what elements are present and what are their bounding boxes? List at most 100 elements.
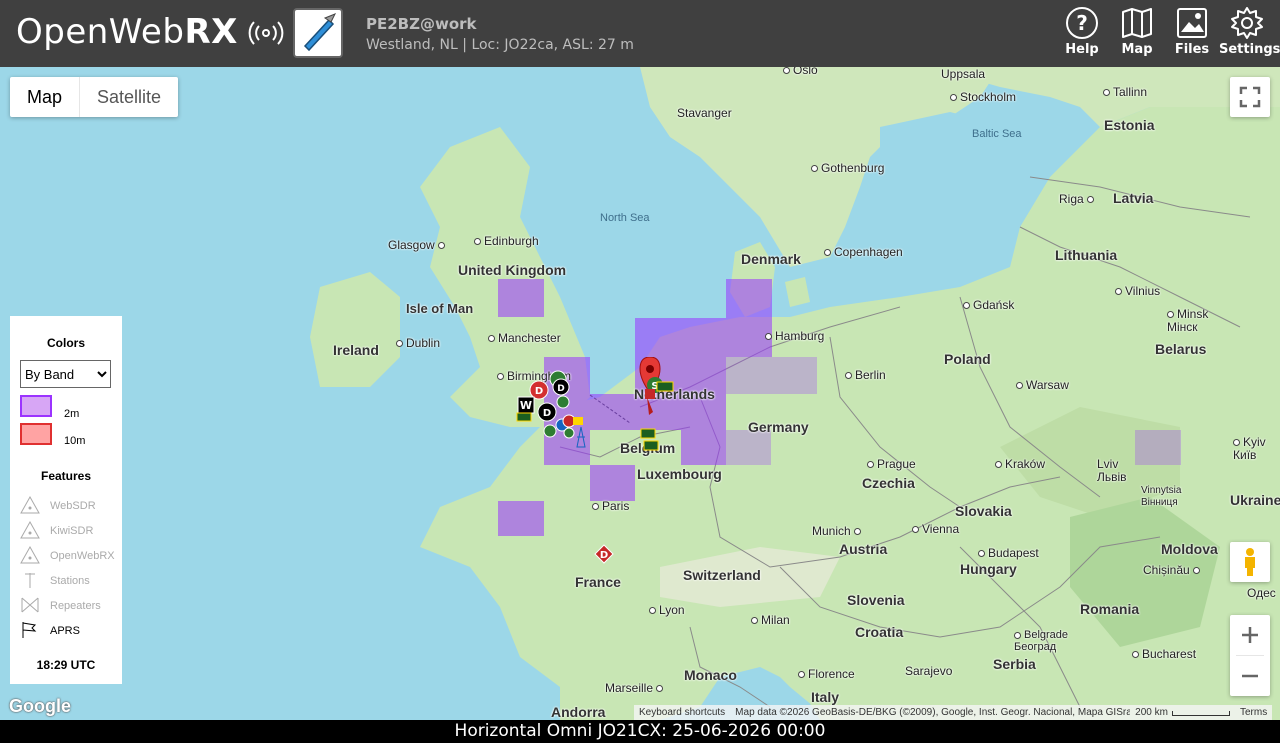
files-icon [1177,8,1207,38]
map-label-country: United Kingdom [458,262,567,278]
map-label-sea: North Sea [600,212,650,224]
scale-bar[interactable]: 200 km [1130,705,1235,720]
feature-toggle-aprs[interactable]: APRS [20,621,120,641]
map-label-country: Switzerland [683,567,761,583]
map-label-city: Prague [867,457,916,471]
locator-square[interactable] [635,318,772,357]
map-data-text[interactable]: Map data ©2026 GeoBasis-DE/BKG (©2009), … [730,705,1130,720]
map-label-country: Monaco [684,667,737,683]
map-label-city: Vinnytsia Вінниця [1141,485,1182,508]
receiver-avatar[interactable] [293,8,343,58]
legend-colors-title: Colors [46,336,85,350]
map-label-city: Glasgow [388,238,448,252]
svg-text:D: D [557,384,564,394]
feature-toggle-stations[interactable]: Stations [20,571,120,591]
map-label-city: Minsk Мінск [1167,307,1209,334]
map-label-city: Riga [1059,192,1097,206]
map-label-city: Warsaw [1016,378,1069,392]
logo-text: OpenWeb [16,12,185,52]
files-label: Files [1174,42,1210,57]
map-label-country: Slovenia [847,592,905,608]
terms-link[interactable]: Terms [1235,705,1272,720]
map-label-country: Lithuania [1055,247,1118,263]
map-label-city: Vilnius [1115,284,1160,298]
svg-text:D: D [543,408,551,419]
scale-bar-line [1171,710,1230,716]
locator-square[interactable] [726,430,771,465]
settings-icon [1231,7,1263,39]
map-label-city: Одес [1247,586,1276,600]
map-attribution: Keyboard shortcuts Map data ©2026 GeoBas… [634,705,1273,720]
aprs-station-markers[interactable]: S D D W D [505,357,695,457]
help-label: Help [1065,42,1099,57]
header-bar: OpenWebRX PE2BZ@work Westland, NL | Loc:… [0,0,1280,67]
map-label-city: Tallinn [1103,85,1147,99]
map-label-city: Kraków [995,457,1045,471]
map-canvas[interactable]: United Kingdom Ireland Isle of Man Nethe… [0,67,1280,720]
band-swatch-10m [20,423,52,445]
map-label-city: Berlin [845,368,886,382]
map-label-country: Germany [748,419,809,435]
map-label-country: Romania [1080,601,1140,617]
feature-toggle-openwebrx[interactable]: OpenWebRX [20,546,120,566]
feature-toggle-kiwisdr[interactable]: KiwiSDR [20,521,120,541]
settings-label: Settings [1219,42,1280,57]
map-label-city: Copenhagen [824,245,903,259]
map-label-country: Denmark [741,251,801,267]
color-mode-select[interactable]: By Band [20,360,111,388]
legend-features-title: Features [40,469,92,483]
map-label-sea: Baltic Sea [972,128,1022,140]
locator-square[interactable] [498,501,544,536]
files-button[interactable]: Files [1164,6,1220,64]
feature-toggle-repeaters[interactable]: Repeaters [20,596,120,616]
openwebrx-logo[interactable]: OpenWebRX [16,12,284,52]
map-type-control: Map Satellite [10,77,179,117]
receiver-description: Westland, NL | Loc: JO22ca, ASL: 27 m [366,37,634,53]
zoom-in-button[interactable] [1230,615,1270,655]
locator-square[interactable] [1135,430,1181,465]
map-label-city: Kyiv Київ [1233,435,1266,462]
map-label-city: Uppsala [941,67,986,81]
map-label-city: Gothenburg [811,161,884,175]
locator-square[interactable] [590,465,635,501]
map-button[interactable]: Map [1109,6,1165,64]
svg-text:?: ? [1076,11,1088,35]
fullscreen-button[interactable] [1230,77,1270,117]
map-label-country: Belarus [1155,341,1207,357]
map-type-map[interactable]: Map [10,77,81,117]
map-label-city: Florence [798,667,855,681]
google-logo[interactable]: Google [9,696,71,717]
keyboard-shortcuts-link[interactable]: Keyboard shortcuts [634,705,730,720]
zoom-out-button[interactable] [1230,656,1270,696]
websdr-icon [20,496,40,514]
fullscreen-icon [1239,86,1261,108]
locator-square[interactable] [726,357,817,394]
locator-square[interactable] [498,279,544,317]
feature-toggle-websdr[interactable]: WebSDR [20,496,120,516]
band-label: 10m [64,435,86,447]
map-label-city: Belgrade Београд [1014,629,1069,653]
status-footer: Horizontal Omni JO21CX: 25-06-2026 00:00 [0,720,1280,743]
band-label: 2m [64,408,80,420]
band-swatch-2m [20,395,52,417]
radio-waves-icon [248,21,284,45]
pegman-icon [1245,548,1255,576]
settings-button[interactable]: Settings [1219,6,1280,64]
help-icon: ? [1066,7,1098,39]
map-label-country: France [575,574,621,590]
map-label-city: Dublin [396,336,440,350]
locator-square[interactable] [726,279,772,318]
aprs-digipeater-marker[interactable]: D [594,544,614,564]
map-label-city: Sarajevo [905,664,953,678]
map-label-country: Italy [811,689,840,705]
map-label-country: Moldova [1161,541,1218,557]
map-label: Map [1121,42,1153,57]
help-button[interactable]: ? Help [1054,6,1110,64]
map-label-city: Stockholm [950,90,1016,104]
svg-text:W: W [520,399,532,412]
map-label-country: Ireland [333,342,379,358]
street-view-button[interactable] [1230,542,1270,582]
map-type-satellite[interactable]: Satellite [80,77,178,117]
map-label-city: Lviv Львів [1097,457,1127,484]
kiwisdr-icon [20,521,40,539]
